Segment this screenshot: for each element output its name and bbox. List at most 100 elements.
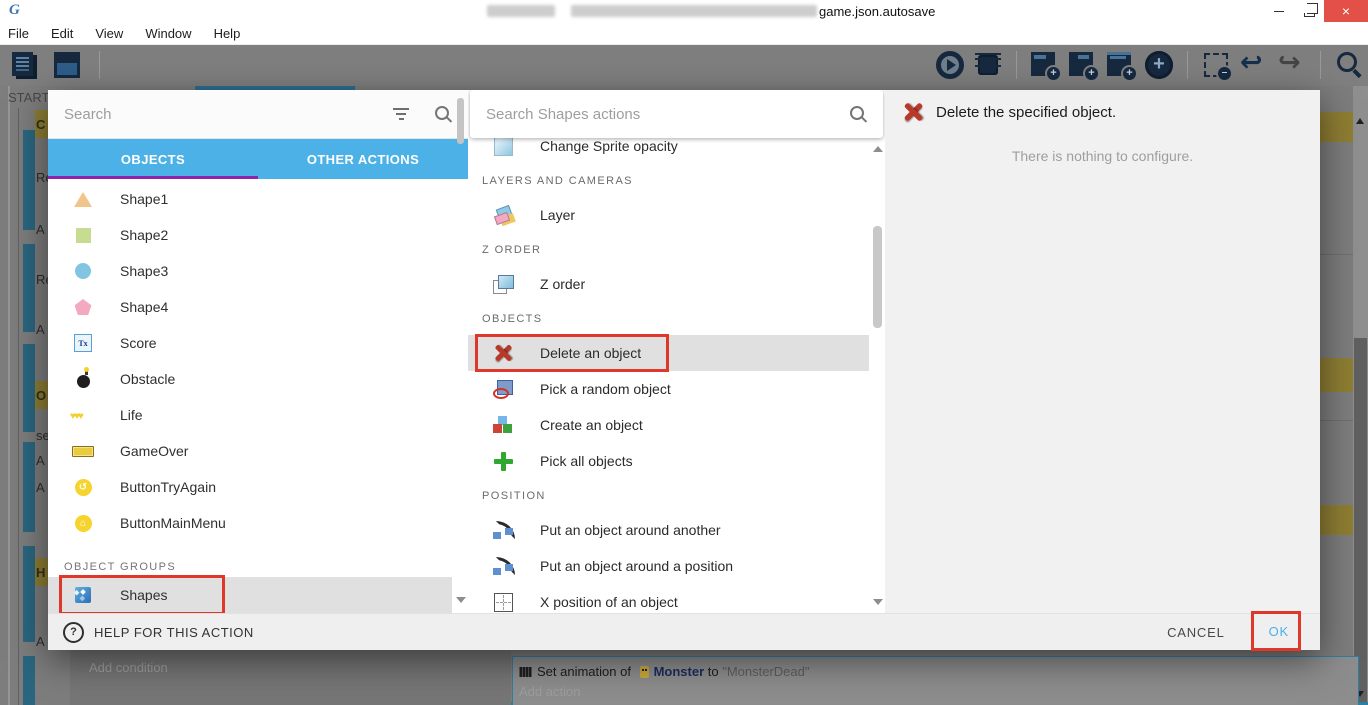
event-tree-line: [18, 108, 19, 705]
toolbar-search-icon[interactable]: [1334, 50, 1364, 80]
nothing-to-configure-text: There is nothing to configure.: [885, 148, 1320, 164]
instruction-editor-dialog: Search OBJECTS OTHER ACTIONS Shape1Shape…: [48, 90, 1320, 650]
x-position-icon: [494, 593, 513, 612]
create-object-icon: [493, 416, 514, 434]
action-item-put-an-object-around-another[interactable]: Put an object around another: [468, 512, 869, 548]
menu-view[interactable]: View: [84, 26, 134, 41]
delete-event-icon[interactable]: [1201, 50, 1231, 80]
event-group-header: [1320, 358, 1353, 392]
actions-search-input[interactable]: Search Shapes actions: [470, 90, 883, 138]
object-item-gameover[interactable]: GameOver: [48, 433, 452, 469]
object-search-input[interactable]: Search: [48, 90, 468, 139]
add-comment-icon[interactable]: [1106, 50, 1136, 80]
toolbar-left: [10, 44, 105, 86]
selected-action-cell: Set animation of Monster to "MonsterDead…: [512, 656, 1359, 705]
object-item-shape2[interactable]: Shape2: [48, 217, 452, 253]
help-for-this-action-button[interactable]: HELP FOR THIS ACTION: [63, 622, 254, 643]
dialog-footer: HELP FOR THIS ACTION CANCEL OK: [48, 613, 1320, 650]
gdevelop-logo-icon: G: [9, 2, 20, 19]
event-row-label: A: [36, 322, 45, 337]
action-item-delete-an-object[interactable]: Delete an object: [468, 335, 869, 371]
scroll-down-icon[interactable]: [873, 599, 883, 605]
event-row-label: A: [36, 222, 45, 237]
object-item-shape3[interactable]: Shape3: [48, 253, 452, 289]
action-item-create-an-object[interactable]: Create an object: [468, 407, 869, 443]
object-list-scrollbar[interactable]: [456, 96, 465, 609]
scrollbar-thumb[interactable]: [457, 98, 464, 144]
menu-bar: File Edit View Window Help: [0, 22, 1368, 45]
add-condition-link: Add condition: [89, 660, 168, 675]
object-item-shapes[interactable]: Shapes: [48, 577, 452, 613]
menu-edit[interactable]: Edit: [40, 26, 84, 41]
bomb-icon: [77, 375, 90, 388]
condition-cell: Add condition: [70, 650, 511, 705]
ok-button[interactable]: OK: [1269, 624, 1289, 639]
filter-icon[interactable]: [393, 108, 409, 121]
event-row-label: O: [36, 388, 46, 403]
object-item-score[interactable]: Score: [48, 325, 452, 361]
add-subevent-icon[interactable]: [1068, 50, 1098, 80]
scroll-up-icon[interactable]: [1356, 118, 1364, 124]
event-divider: [1320, 420, 1353, 421]
action-item-z-order[interactable]: Z order: [468, 266, 869, 302]
event-group-header: [1320, 112, 1353, 142]
object-list: Shape1Shape2Shape3Shape4Score Obstacle Lif…: [48, 179, 468, 613]
event-bar: [23, 656, 35, 705]
title-bar: G game.json.autosave ×: [0, 0, 1368, 22]
action-list-scrollbar[interactable]: [871, 138, 883, 607]
events-scrollbar-thumb[interactable]: [1354, 338, 1367, 705]
object-item-buttonmainmenu[interactable]: ButtonMainMenu: [48, 505, 452, 541]
menu-file[interactable]: File: [0, 26, 40, 41]
action-item-pick-all-objects[interactable]: Pick all objects: [468, 443, 869, 479]
menu-window[interactable]: Window: [134, 26, 202, 41]
action-label: Z order: [540, 276, 585, 292]
action-item-x-position-of-an-object[interactable]: X position of an object: [468, 584, 869, 613]
around-object-icon: [493, 556, 513, 576]
hearts-icon: [70, 406, 94, 424]
search-icon: [850, 106, 867, 123]
menu-help[interactable]: Help: [203, 26, 252, 41]
gdevelop-window: G game.json.autosave × File Edit View Wi…: [0, 0, 1368, 705]
object-label: Life: [120, 407, 143, 423]
maximize-button[interactable]: [1294, 0, 1324, 22]
cancel-button[interactable]: CANCEL: [1167, 625, 1225, 640]
redacted-title-segment: [487, 5, 555, 17]
event-group-header: [1320, 505, 1353, 535]
events-sheet-icon[interactable]: [10, 50, 40, 80]
object-item-buttontryagain[interactable]: ButtonTryAgain: [48, 469, 452, 505]
scroll-down-icon[interactable]: [456, 597, 466, 603]
pentagon-icon: [75, 299, 92, 315]
preview-icon[interactable]: [935, 50, 965, 80]
scene-edit-icon[interactable]: [52, 50, 82, 80]
tab-objects[interactable]: OBJECTS: [48, 139, 258, 179]
object-item-shape1[interactable]: Shape1: [48, 181, 452, 217]
scrollbar-thumb[interactable]: [873, 226, 882, 328]
object-item-obstacle[interactable]: Obstacle: [48, 361, 452, 397]
actions-search-placeholder: Search Shapes actions: [486, 106, 850, 123]
action-item-layer[interactable]: Layer: [468, 197, 869, 233]
home-button-icon: [75, 515, 92, 532]
delete-x-icon: [903, 102, 923, 122]
action-item-put-an-object-around-a-position[interactable]: Put an object around a position: [468, 548, 869, 584]
debug-icon[interactable]: [973, 50, 1003, 80]
close-button[interactable]: ×: [1324, 0, 1368, 22]
toolbar-separator: [1016, 51, 1017, 79]
object-label: Obstacle: [120, 371, 175, 387]
text-object-icon: [74, 334, 92, 352]
minimize-button[interactable]: [1264, 0, 1294, 22]
event-bar: [23, 442, 35, 532]
event-row-label: A: [36, 634, 45, 649]
redo-icon[interactable]: [1277, 50, 1307, 80]
object-item-life[interactable]: Life: [48, 397, 452, 433]
tab-other-actions[interactable]: OTHER ACTIONS: [258, 139, 468, 179]
add-new-icon[interactable]: [1144, 50, 1174, 80]
scroll-up-icon[interactable]: [873, 146, 883, 152]
object-groups-header: OBJECT GROUPS: [48, 545, 468, 577]
object-item-shape4[interactable]: Shape4: [48, 289, 452, 325]
add-event-icon[interactable]: [1030, 50, 1060, 80]
undo-icon[interactable]: [1239, 50, 1269, 80]
action-label: Pick a random object: [540, 381, 671, 397]
action-item-pick-a-random-object[interactable]: Pick a random object: [468, 371, 869, 407]
scene-tab-label: START: [8, 90, 49, 105]
event-bar: [23, 244, 35, 332]
